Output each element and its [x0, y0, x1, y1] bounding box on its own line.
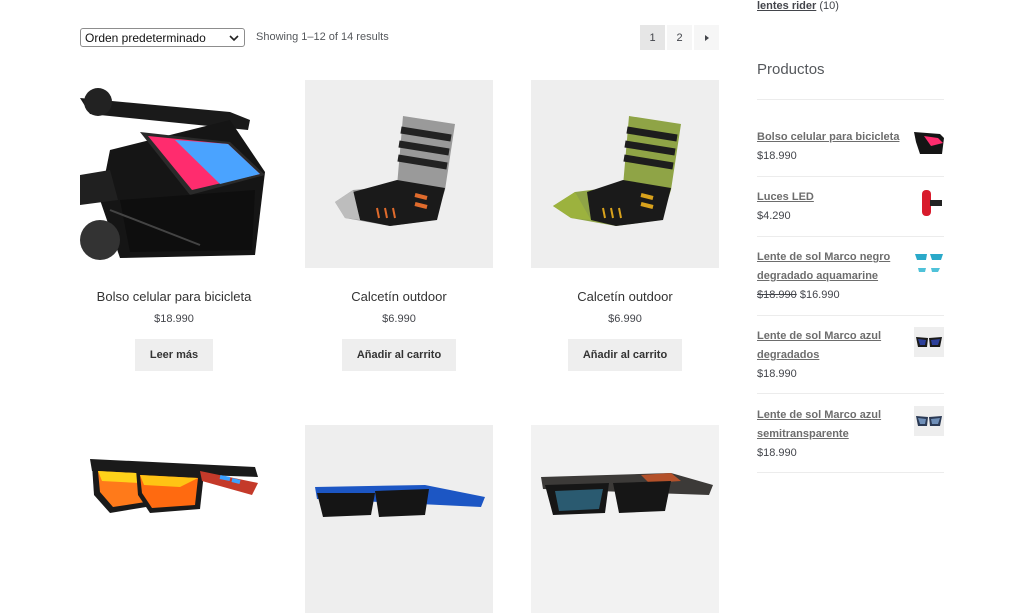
page-2[interactable]: 2 — [667, 25, 692, 50]
product-card — [531, 425, 719, 613]
orange-lens-sunglasses-image — [90, 459, 258, 513]
widget-product-thumb[interactable] — [914, 188, 944, 218]
chevron-down-icon — [229, 34, 239, 41]
product-card: Calcetín outdoor $6.990 Añadir al carrit… — [531, 80, 719, 371]
semitransparent-sunglasses-thumb — [916, 416, 942, 426]
add-to-cart-button[interactable]: Añadir al carrito — [341, 339, 457, 371]
widget-product-price: $18.990 — [757, 447, 797, 459]
product-image[interactable] — [531, 80, 719, 268]
read-more-button[interactable]: Leer más — [134, 339, 214, 371]
product-image[interactable] — [305, 425, 493, 613]
divider — [757, 176, 944, 177]
widget-product-link[interactable]: Lente de sol Marco azul degradados — [757, 327, 907, 365]
category-item: lentes rider (10) — [757, 0, 839, 12]
blue-sunglasses-thumb — [916, 337, 942, 347]
sort-select-value: Orden predeterminado — [85, 30, 206, 45]
widget-product-item: Luces LED $4.290 — [757, 188, 944, 225]
divider — [757, 315, 944, 316]
widget-product-item: Lente de sol Marco azul semitransparente… — [757, 406, 944, 462]
chevron-right-icon — [704, 34, 709, 41]
divider — [757, 99, 944, 100]
widget-product-price: $18.990 — [757, 368, 797, 380]
divider — [757, 393, 944, 394]
widget-product-thumb[interactable] — [914, 128, 944, 158]
widget-product-price: $18.990 $16.990 — [757, 286, 944, 304]
product-image[interactable] — [80, 425, 268, 613]
sale-price: $16.990 — [799, 289, 840, 301]
result-count: Showing 1–12 of 14 results — [256, 31, 389, 43]
next-page-button[interactable] — [694, 25, 719, 50]
sort-select[interactable]: Orden predeterminado — [80, 28, 245, 47]
category-count: (10) — [819, 0, 839, 12]
green-sock-image — [553, 116, 681, 226]
product-card: Bolso celular para bicicleta $18.990 Lee… — [80, 80, 268, 371]
product-card: Calcetín outdoor $6.990 Añadir al carrit… — [305, 80, 493, 371]
widget-product-thumb[interactable] — [914, 327, 944, 357]
widget-product-item: Lente de sol Marco negro degradado aquam… — [757, 248, 944, 304]
divider — [757, 236, 944, 237]
widget-product-thumb[interactable] — [914, 406, 944, 436]
aquamarine-sunglasses-thumb — [915, 254, 943, 272]
product-name[interactable]: Calcetín outdoor — [531, 288, 719, 306]
category-link-lentes-rider[interactable]: lentes rider — [757, 0, 816, 12]
product-card — [305, 425, 493, 613]
product-price: $6.990 — [382, 313, 416, 325]
product-name[interactable]: Calcetín outdoor — [305, 288, 493, 306]
widget-product-item: Lente de sol Marco azul degradados $18.9… — [757, 327, 944, 383]
product-image[interactable] — [305, 80, 493, 268]
dark-sunglasses-image — [531, 425, 719, 613]
product-price: $18.990 — [154, 313, 194, 325]
widget-product-link[interactable]: Lente de sol Marco azul semitransparente — [757, 406, 907, 444]
led-light-thumb — [922, 190, 942, 216]
widget-product-thumb[interactable] — [914, 248, 944, 278]
product-image[interactable] — [80, 80, 268, 268]
divider — [757, 472, 944, 473]
add-to-cart-button[interactable]: Añadir al carrito — [567, 339, 683, 371]
product-name[interactable]: Bolso celular para bicicleta — [80, 288, 268, 306]
old-price: $18.990 — [757, 289, 797, 301]
pagination: 1 2 — [640, 25, 719, 50]
blue-sunglasses-image — [315, 485, 485, 517]
product-card — [80, 425, 268, 613]
widget-product-link[interactable]: Luces LED — [757, 188, 907, 207]
widget-product-link[interactable]: Lente de sol Marco negro degradado aquam… — [757, 248, 907, 286]
grey-sock-image — [335, 116, 455, 226]
bike-phone-bag-thumb — [914, 132, 944, 154]
product-price: $6.990 — [608, 313, 642, 325]
bike-phone-bag-image — [80, 80, 268, 268]
product-image[interactable] — [531, 425, 719, 613]
widget-product-link[interactable]: Bolso celular para bicicleta — [757, 128, 907, 147]
widget-product-item: Bolso celular para bicicleta $18.990 — [757, 128, 944, 165]
page-1[interactable]: 1 — [640, 25, 665, 50]
widget-title: Productos — [757, 61, 825, 78]
